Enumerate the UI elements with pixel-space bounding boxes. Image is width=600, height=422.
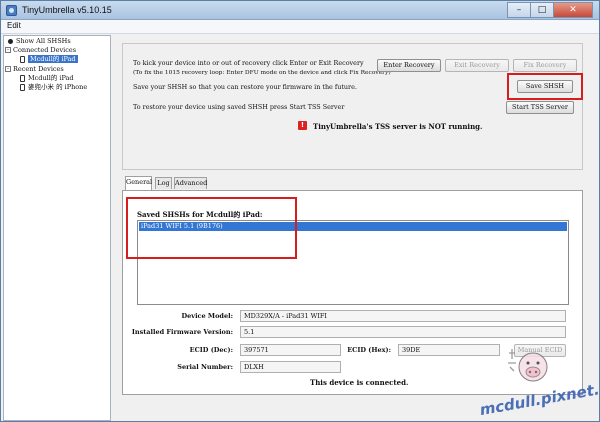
fix-recovery-instructions: (To fix the 1015 recovery loop: Enter DF…	[133, 70, 391, 76]
fix-recovery-button[interactable]: Fix Recovery	[513, 59, 577, 72]
bullet-icon	[8, 38, 13, 44]
tree-show-all[interactable]: Show All SHSHs	[8, 37, 71, 46]
highlight-save-shsh	[507, 73, 583, 100]
device-model-label: Device Model:	[181, 312, 233, 320]
ipad-icon	[20, 55, 25, 63]
menu-bar: Edit	[1, 20, 599, 34]
tss-status-text: TinyUmbrella's TSS server is NOT running…	[313, 122, 483, 131]
serial-number-field: DLXH	[240, 361, 341, 373]
recovery-instructions: To kick your device into or out of recov…	[133, 59, 364, 67]
umbrella-app-icon	[6, 5, 17, 16]
tree-recent-item-label: 麥兜小米 的 iPhone	[28, 83, 88, 91]
enter-recovery-button[interactable]: Enter Recovery	[377, 59, 441, 72]
device-model-field: MD329X/A - iPad31 WIFI	[240, 310, 566, 322]
tree-connected-label: Connected Devices	[13, 46, 77, 54]
window-controls: – □ ✕	[507, 2, 593, 18]
tree-recent-item[interactable]: 麥兜小米 的 iPhone	[20, 83, 87, 92]
maximize-icon[interactable]: □	[530, 2, 554, 18]
save-shsh-instructions: Save your SHSH so that you can restore y…	[133, 83, 357, 91]
close-icon[interactable]: ✕	[553, 2, 593, 18]
tree-connected-devices[interactable]: - Connected Devices	[5, 46, 76, 55]
ecid-dec-field: 397571	[240, 344, 341, 356]
ecid-dec-label: ECID (Dec):	[189, 346, 233, 354]
tree-connected-item[interactable]: Mcdull的 iPad	[20, 55, 78, 64]
minimize-icon[interactable]: –	[507, 2, 531, 18]
tab-log[interactable]: Log	[155, 177, 172, 189]
window-title: TinyUmbrella v5.10.15	[22, 5, 112, 15]
tree-recent-label: Recent Devices	[13, 65, 64, 73]
watermark-pig-icon	[508, 349, 548, 382]
firmware-field: 5.1	[240, 326, 566, 338]
tree-recent-item[interactable]: Mcdull的 iPad	[20, 74, 74, 83]
tree-connected-item-label: Mcdull的 iPad	[28, 55, 78, 63]
connection-status: This device is connected.	[310, 378, 409, 387]
title-bar: TinyUmbrella v5.10.15 – □ ✕	[1, 1, 599, 20]
tss-instructions: To restore your device using saved SHSH …	[133, 103, 345, 111]
error-icon: !	[298, 121, 307, 130]
tree-show-all-label: Show All SHSHs	[16, 37, 71, 45]
tree-recent-item-label: Mcdull的 iPad	[28, 74, 74, 82]
tab-advanced[interactable]: Advanced	[174, 177, 207, 189]
exit-recovery-button[interactable]: Exit Recovery	[445, 59, 509, 72]
tab-general[interactable]: General	[125, 176, 152, 190]
serial-number-label: Serial Number:	[177, 363, 233, 371]
start-tss-server-button[interactable]: Start TSS Server	[506, 101, 574, 114]
app-window: TinyUmbrella v5.10.15 – □ ✕ Edit Show Al…	[0, 0, 600, 422]
collapse-icon[interactable]: -	[5, 66, 11, 72]
iphone-icon	[20, 83, 25, 91]
firmware-label: Installed Firmware Version:	[131, 328, 233, 336]
ecid-hex-field: 39DE	[398, 344, 500, 356]
highlight-saved-shsh	[126, 197, 297, 259]
ecid-hex-label: ECID (Hex):	[347, 346, 391, 354]
tree-recent-devices[interactable]: - Recent Devices	[5, 65, 64, 74]
collapse-icon[interactable]: -	[5, 47, 11, 53]
menu-edit[interactable]: Edit	[7, 21, 21, 30]
device-tree: Show All SHSHs - Connected Devices Mcdull…	[3, 35, 111, 421]
ipad-icon	[20, 74, 25, 82]
